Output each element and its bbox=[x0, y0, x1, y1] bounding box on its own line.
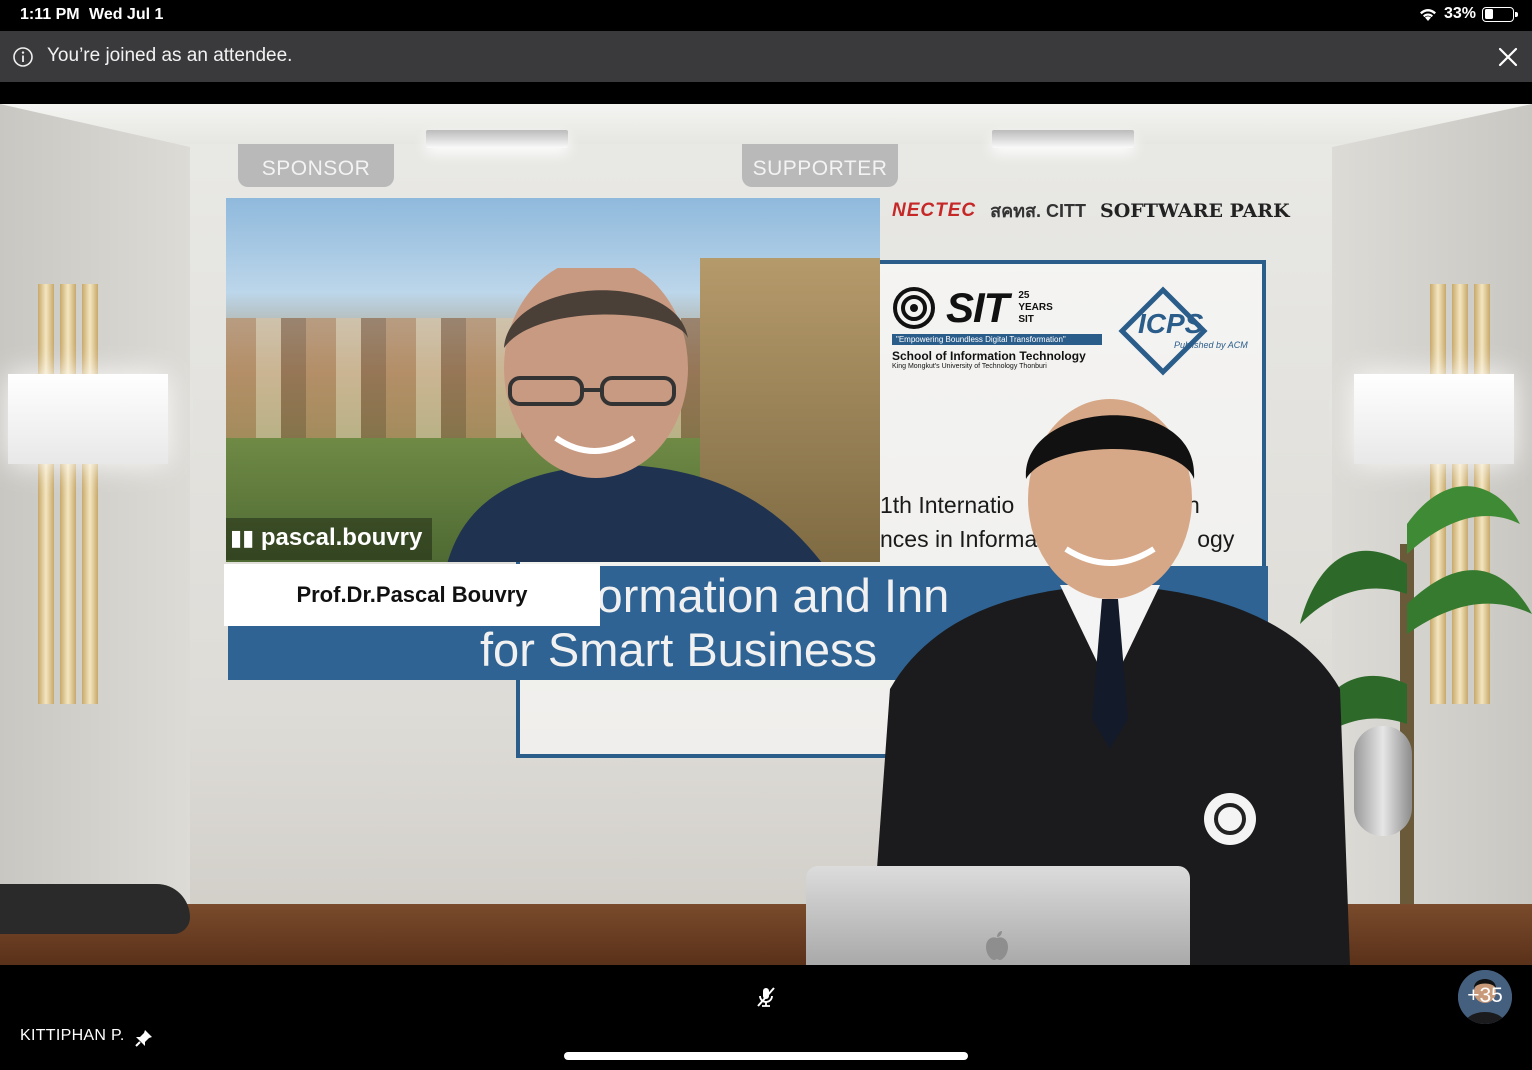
logo-nectec: NECTEC bbox=[892, 199, 977, 221]
icps-name: ICPS bbox=[1138, 308, 1204, 339]
ceiling-light bbox=[992, 130, 1134, 148]
studio-microphone bbox=[1354, 726, 1412, 836]
sit-school: School of Information Technology bbox=[892, 349, 1086, 363]
supporter-logos: NECTEC สคทส. CITT SOFTWARE PARK bbox=[892, 196, 1290, 225]
wall-lamp bbox=[8, 374, 168, 464]
apple-logo-icon bbox=[986, 931, 1008, 960]
status-bar: 1:11 PM Wed Jul 1 33% bbox=[0, 0, 1532, 31]
logo-citt: สคทส. CITT bbox=[990, 201, 1086, 221]
wifi-icon bbox=[1419, 9, 1436, 21]
pin-icon[interactable] bbox=[134, 1028, 154, 1048]
room-ceiling bbox=[0, 104, 1532, 144]
ceiling-light bbox=[426, 130, 568, 148]
status-date: Wed Jul 1 bbox=[89, 6, 164, 23]
participants-button[interactable]: +35 bbox=[1458, 970, 1512, 1024]
info-icon bbox=[13, 47, 33, 67]
sit-logo: SIT 25 YEARS SIT "Empowering Boundless D… bbox=[892, 284, 1102, 379]
icps-logo: ICPS Published by ACM bbox=[1118, 286, 1258, 376]
banner-message: You’re joined as an attendee. bbox=[47, 45, 293, 66]
video-stage[interactable]: SPONSOR SUPPORTER NECTEC สคทส. CITT SOFT… bbox=[0, 104, 1532, 965]
battery-icon bbox=[1482, 6, 1518, 22]
wall-lamp bbox=[1354, 374, 1514, 464]
speaker-video-tile[interactable]: ▮▮ pascal.bouvry bbox=[226, 198, 880, 562]
status-time: 1:11 PM bbox=[20, 6, 80, 23]
icps-subtitle: Published by ACM bbox=[1174, 340, 1248, 350]
speaker-person bbox=[447, 268, 822, 562]
status-indicators: 33% bbox=[1418, 5, 1518, 23]
sponsor-tag: SPONSOR bbox=[238, 144, 394, 187]
signal-bars-icon: ▮▮ bbox=[230, 525, 255, 550]
logo-software-park: SOFTWARE PARK bbox=[1100, 199, 1290, 222]
active-speaker-name: KITTIPHAN P. bbox=[20, 1027, 125, 1044]
close-icon[interactable] bbox=[1496, 45, 1520, 69]
supporter-tag: SUPPORTER bbox=[742, 144, 898, 187]
sit-years: 25 YEARS SIT bbox=[1018, 290, 1053, 325]
microphone-muted-icon[interactable] bbox=[754, 985, 778, 1009]
banner-title-line2: for Smart Business bbox=[480, 623, 878, 676]
attendee-banner: You’re joined as an attendee. bbox=[0, 31, 1532, 82]
speaker-handle-label: ▮▮ pascal.bouvry bbox=[226, 518, 433, 560]
speaker-name-card: Prof.Dr.Pascal Bouvry bbox=[224, 564, 600, 626]
presenter-laptop bbox=[806, 866, 1190, 965]
sit-tagline: "Empowering Boundless Digital Transforma… bbox=[892, 334, 1102, 345]
sit-university: King Mongkut's University of Technology … bbox=[892, 363, 1047, 370]
battery-percent: 33% bbox=[1443, 5, 1476, 22]
participant-count: +35 bbox=[1467, 984, 1503, 1007]
wall-lamp-rods bbox=[38, 284, 98, 704]
meeting-controls-bar: +35 KITTIPHAN P. bbox=[0, 965, 1532, 1070]
battery-level bbox=[1484, 9, 1494, 19]
sit-emblem-icon bbox=[893, 287, 935, 329]
side-table bbox=[0, 884, 190, 934]
home-indicator[interactable] bbox=[564, 1052, 968, 1060]
sit-name: SIT bbox=[946, 284, 1009, 331]
